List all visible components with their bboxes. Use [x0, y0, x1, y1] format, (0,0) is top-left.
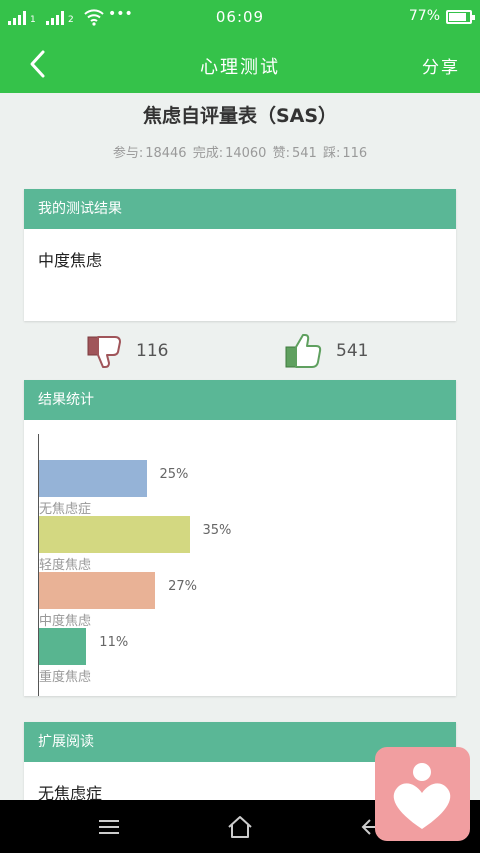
result-bar-chart: 25% 无焦虑症 35% 轻度焦虑 27% 中度焦虑 11% 重度焦虑	[24, 420, 456, 696]
page-header-title: 心理测试	[200, 57, 280, 78]
app-bar: 心理测试 分享	[0, 36, 480, 93]
stats-card-header: 结果统计	[24, 380, 456, 420]
complete-count: 14060	[225, 146, 267, 161]
dislike-button[interactable]: 116	[86, 332, 168, 370]
vote-row: 116 541	[0, 332, 480, 372]
result-text: 中度焦虑	[38, 251, 103, 270]
chart-value-label: 11%	[99, 635, 129, 650]
heart-person-icon	[393, 763, 451, 829]
stats-card: 结果统计 25% 无焦虑症 35% 轻度焦虑 27% 中度焦虑 11% 重度焦虑	[24, 380, 456, 696]
chart-value-label: 25%	[159, 467, 189, 482]
chart-bar	[39, 628, 87, 665]
dislike-vote-count: 116	[136, 341, 169, 361]
battery-icon	[446, 10, 475, 24]
result-card-header: 我的测试结果	[24, 189, 456, 229]
thumbs-up-icon	[285, 334, 322, 368]
dislike-count: 116	[342, 146, 368, 161]
thumbs-down-icon	[87, 336, 121, 368]
chart-category-label: 无焦虑症	[39, 502, 92, 517]
status-bar: 1 2 ••• 06:09 77%	[0, 0, 480, 36]
chart-bar	[39, 572, 156, 609]
chart-category-label: 轻度焦虑	[39, 558, 92, 573]
participate-count: 18446	[145, 146, 187, 161]
home-icon[interactable]	[225, 812, 255, 842]
like-count: 541	[291, 146, 317, 161]
like-vote-count: 541	[336, 341, 369, 361]
chart-value-label: 27%	[168, 579, 197, 594]
like-button[interactable]: 541	[284, 332, 368, 370]
chart-bar	[39, 516, 190, 553]
chart-category-label: 重度焦虑	[39, 670, 92, 685]
chart-category-label: 中度焦虑	[39, 614, 92, 629]
test-stats: 参与: 18446 完成: 14060 赞: 541 踩: 116	[112, 146, 368, 161]
chart-value-label: 35%	[202, 523, 232, 538]
battery-percent: 77%	[408, 8, 440, 24]
floating-action-button[interactable]	[375, 747, 470, 841]
share-button[interactable]: 分享	[422, 53, 460, 78]
menu-icon[interactable]	[94, 812, 124, 842]
test-title: 焦虑自评量表（SAS）	[142, 105, 338, 127]
chart-bar	[39, 460, 147, 497]
result-card: 我的测试结果 中度焦虑	[24, 189, 456, 321]
